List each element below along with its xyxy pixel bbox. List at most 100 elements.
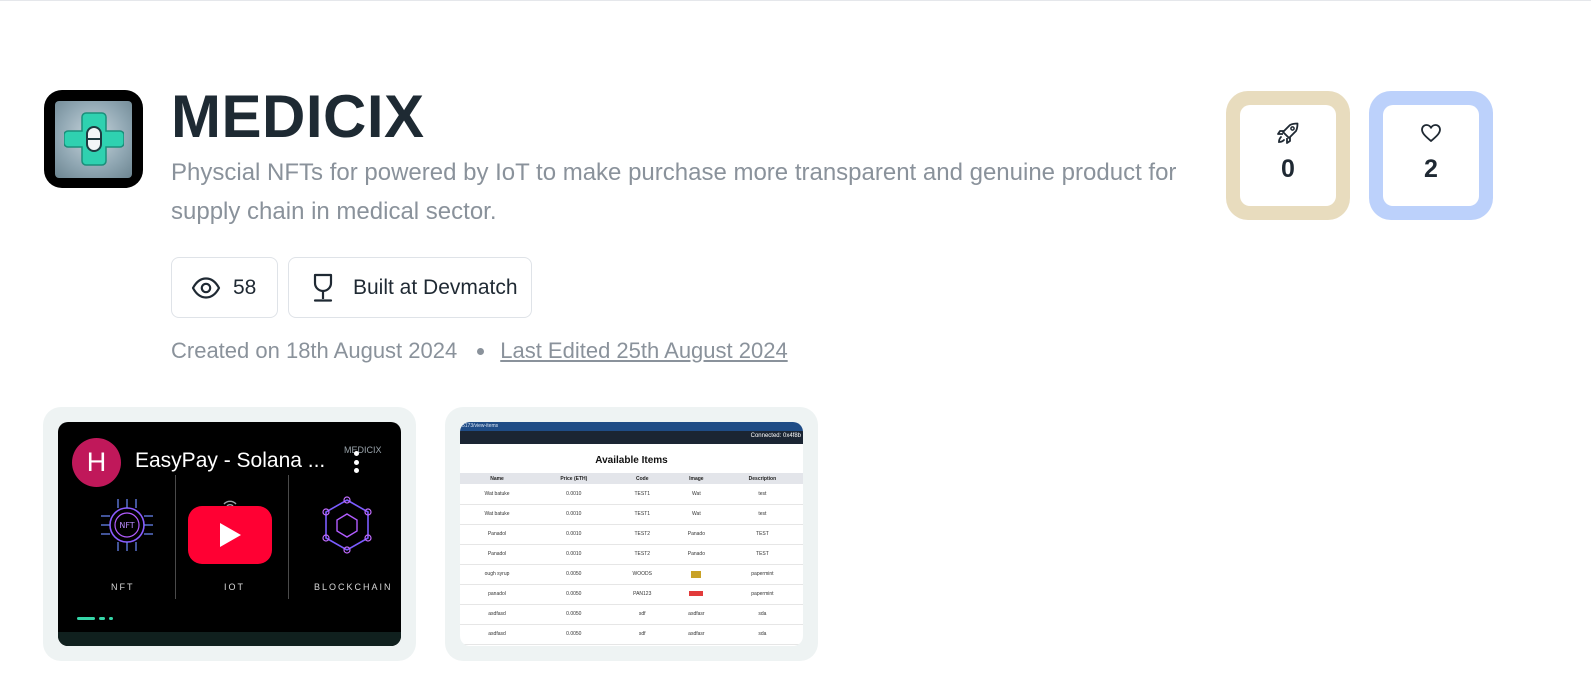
table-row: Panadol 0.0010 TEST2 Panado TEST bbox=[460, 544, 803, 565]
cell-price: 0.0050 bbox=[534, 604, 614, 625]
caption-iot: IOT bbox=[224, 582, 245, 592]
medical-cross-pill-icon bbox=[55, 100, 132, 178]
blockchain-cube-icon bbox=[322, 496, 372, 554]
cell-description: sda bbox=[721, 624, 803, 645]
video-progress-dash bbox=[109, 617, 113, 620]
screenshot-heading: Available Items bbox=[595, 455, 668, 466]
trophy-icon bbox=[313, 273, 333, 302]
views-count: 58 bbox=[233, 275, 257, 299]
column-description: Description bbox=[721, 473, 803, 484]
items-table: Name Price (ETH) Code Image Description … bbox=[460, 473, 803, 645]
cell-code: TEST2 bbox=[613, 544, 671, 565]
video-embed[interactable]: NFT H EasyPay - Solana ... MEDICIX NFT I… bbox=[58, 422, 401, 646]
cell-description: test bbox=[721, 484, 803, 505]
play-icon bbox=[220, 523, 241, 547]
boost-button[interactable]: 0 bbox=[1226, 91, 1350, 220]
cell-code: sdf bbox=[613, 624, 671, 645]
boost-card: 0 bbox=[1240, 105, 1336, 206]
created-date: Created on 18th August 2024 bbox=[171, 338, 458, 363]
video-bottom-bar bbox=[58, 632, 401, 646]
column-code: Code bbox=[613, 473, 671, 484]
cell-name: Panadol bbox=[460, 544, 535, 565]
cell-name: Wat batuke bbox=[460, 504, 535, 525]
cell-price: 0.0050 bbox=[534, 564, 614, 585]
cell-image: Wat bbox=[670, 504, 722, 525]
cell-description: TEST bbox=[721, 544, 803, 565]
table-row: asdfasd 0.0050 sdf asdfasr sda bbox=[460, 604, 803, 625]
cell-price: 0.0050 bbox=[534, 584, 614, 605]
project-description: Physcial NFTs for powered by IoT to make… bbox=[171, 159, 1177, 225]
caption-nft: NFT bbox=[111, 582, 135, 592]
product-thumbnail bbox=[691, 570, 702, 578]
cell-name: ough syrup bbox=[460, 564, 535, 585]
cell-price: 0.0010 bbox=[534, 544, 614, 565]
more-options-icon[interactable] bbox=[353, 451, 359, 473]
cell-price: 0.0050 bbox=[534, 624, 614, 645]
play-button[interactable] bbox=[188, 506, 272, 564]
cell-description: sda bbox=[721, 604, 803, 625]
cell-code: TEST1 bbox=[613, 484, 671, 505]
like-card: 2 bbox=[1383, 105, 1479, 206]
caption-blockchain: BLOCKCHAIN bbox=[314, 582, 393, 592]
product-thumbnail bbox=[689, 591, 704, 597]
cell-image bbox=[670, 584, 722, 605]
cell-image: asdfasr bbox=[670, 624, 722, 645]
cell-description: TEST bbox=[721, 524, 803, 545]
cell-code: TEST2 bbox=[613, 524, 671, 545]
table-row: asdfasd 0.0050 sdf asdfasr sda bbox=[460, 624, 803, 645]
like-count: 2 bbox=[1424, 155, 1438, 183]
top-divider bbox=[0, 0, 1591, 1]
cell-description: papermint bbox=[721, 564, 803, 585]
column-name: Name bbox=[460, 473, 535, 484]
cell-name: panadol bbox=[460, 584, 535, 605]
cell-description: papermint bbox=[721, 584, 803, 605]
video-divider-left bbox=[175, 475, 176, 599]
cell-image: Wat bbox=[670, 484, 722, 505]
app-screenshot[interactable]: 5173/view-items Connected: 0x4f8b Availa… bbox=[460, 422, 803, 646]
cell-name: Wat batuke bbox=[460, 484, 535, 505]
project-title: MEDICIX bbox=[171, 83, 425, 150]
table-row: panadol 0.0050 PAN123 papermint bbox=[460, 584, 803, 605]
like-button[interactable]: 2 bbox=[1369, 91, 1493, 220]
table-row: ough syrup 0.0050 WOODS papermint bbox=[460, 564, 803, 585]
rocket-icon bbox=[1277, 122, 1299, 144]
built-at-label: Built at Devmatch bbox=[353, 275, 518, 299]
separator-dot bbox=[477, 347, 485, 355]
svg-text:NFT: NFT bbox=[119, 521, 134, 530]
project-logo bbox=[44, 90, 143, 188]
screenshot-connected-label: Connected: 0x4f8b bbox=[750, 433, 801, 439]
table-row: Wat batuke 0.0010 TEST1 Wat test bbox=[460, 504, 803, 525]
nft-chip-icon: NFT bbox=[101, 499, 153, 551]
video-divider-right bbox=[288, 475, 289, 599]
column-price: Price (ETH) bbox=[534, 473, 614, 484]
column-image: Image bbox=[670, 473, 722, 484]
video-brand-watermark: MEDICIX bbox=[344, 445, 382, 455]
screenshot-browser-bar: 5173/view-items bbox=[460, 422, 803, 431]
video-title[interactable]: EasyPay - Solana ... bbox=[135, 449, 325, 473]
eye-icon bbox=[191, 276, 221, 299]
cell-image: Panado bbox=[670, 544, 722, 565]
cell-name: asdfasd bbox=[460, 604, 535, 625]
screenshot-card[interactable]: 5173/view-items Connected: 0x4f8b Availa… bbox=[445, 407, 818, 661]
table-row: Panadol 0.0010 TEST2 Panado TEST bbox=[460, 524, 803, 545]
screenshot-url: 5173/view-items bbox=[462, 423, 499, 429]
cell-code: sdf bbox=[613, 604, 671, 625]
table-row: Wat batuke 0.0010 TEST1 Wat test bbox=[460, 484, 803, 505]
cell-price: 0.0010 bbox=[534, 504, 614, 525]
video-progress-dash bbox=[77, 617, 95, 620]
views-counter: 58 bbox=[171, 257, 278, 318]
cell-code: TEST1 bbox=[613, 504, 671, 525]
project-dates: Created on 18th August 2024 Last Edited … bbox=[171, 338, 788, 364]
built-at-badge[interactable]: Built at Devmatch bbox=[288, 257, 532, 318]
cell-description: test bbox=[721, 504, 803, 525]
boost-count: 0 bbox=[1281, 155, 1295, 183]
cell-image: asdfasr bbox=[670, 604, 722, 625]
last-edited-link[interactable]: Last Edited 25th August 2024 bbox=[500, 338, 787, 364]
video-card[interactable]: NFT H EasyPay - Solana ... MEDICIX NFT I… bbox=[43, 407, 416, 661]
cell-code: WOODS bbox=[613, 564, 671, 585]
channel-avatar[interactable]: H bbox=[72, 438, 121, 487]
cell-name: Panadol bbox=[460, 524, 535, 545]
cell-price: 0.0010 bbox=[534, 484, 614, 505]
cell-name: asdfasd bbox=[460, 624, 535, 645]
video-progress-dash bbox=[99, 617, 105, 620]
